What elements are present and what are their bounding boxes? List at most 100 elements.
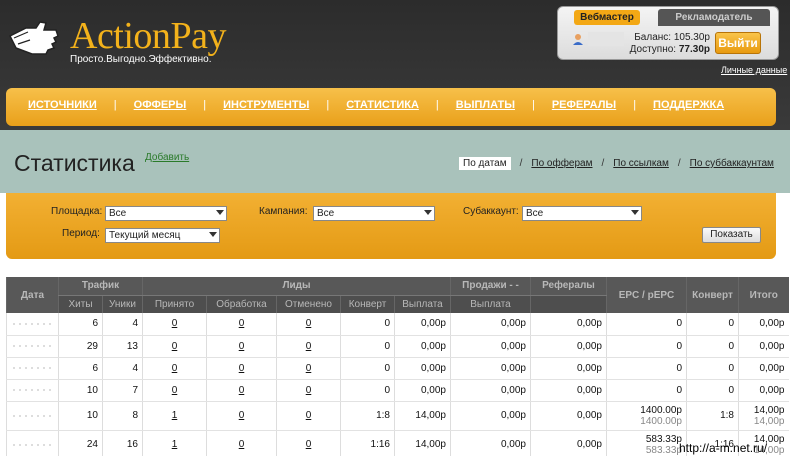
- referrals-cell: 0,00р: [530, 335, 607, 358]
- main-nav: ИСТОЧНИКИ | ОФФЕРЫ | ИНСТРУМЕНТЫ | СТАТИ…: [6, 88, 776, 126]
- watermark: http://a-m.net.ru/: [679, 441, 768, 455]
- lead-conv-cell: 1:16: [340, 430, 395, 456]
- show-button[interactable]: Показать: [702, 227, 761, 243]
- date-hidden: [12, 414, 53, 417]
- logout-button[interactable]: Выйти: [715, 32, 761, 54]
- nav-statistics[interactable]: СТАТИСТИКА: [338, 99, 427, 111]
- stats-table: Дата Трафик Лиды Продажи - - Рефералы EP…: [6, 277, 789, 456]
- date-cell: [6, 401, 59, 431]
- date-cell: [6, 335, 59, 358]
- total-cell: 14,00р 14,00р: [738, 401, 789, 431]
- logo[interactable]: ActionPay Просто.Выгодно.Эффективно.: [6, 14, 236, 65]
- conv-cell: 1:8: [686, 401, 739, 431]
- accepted-link[interactable]: 1: [142, 430, 207, 456]
- uniq-cell: 4: [102, 313, 143, 336]
- site-label: Площадка:: [51, 206, 103, 217]
- nav-support[interactable]: ПОДДЕРЖКА: [645, 99, 732, 111]
- uniq-cell: 7: [102, 379, 143, 402]
- total-cell: 0,00р: [738, 357, 789, 380]
- processing-link[interactable]: 0: [206, 313, 277, 336]
- date-hidden: [12, 389, 53, 391]
- subaccount-select[interactable]: Все: [522, 206, 642, 221]
- rejected-link[interactable]: 0: [276, 313, 341, 336]
- rejected-link[interactable]: 0: [276, 401, 341, 431]
- processing-link[interactable]: 0: [206, 335, 277, 358]
- filter-panel: Площадка: Все Кампания: Все Субаккаунт: …: [6, 193, 776, 259]
- accepted-link[interactable]: 0: [142, 357, 207, 380]
- site-select[interactable]: Все: [105, 206, 227, 221]
- sales-payout-cell: 0,00р: [450, 357, 531, 380]
- campaign-select[interactable]: Все: [313, 206, 435, 221]
- tab-separator: /: [601, 158, 605, 169]
- nav-referrals[interactable]: РЕФЕРАЛЫ: [544, 99, 624, 111]
- processing-link[interactable]: 0: [206, 379, 277, 402]
- processing-link[interactable]: 0: [206, 430, 277, 456]
- total-cell-value: 0,00р: [759, 384, 785, 396]
- hits-cell: 10: [58, 401, 103, 431]
- nav-sources[interactable]: ИСТОЧНИКИ: [20, 99, 105, 111]
- date-cell: [6, 357, 59, 380]
- col-lead-conv: Конверт: [340, 295, 395, 313]
- tab-advertiser[interactable]: Рекламодатель: [658, 9, 770, 26]
- conv-cell: 0: [686, 379, 739, 402]
- conv-cell: 0: [686, 335, 739, 358]
- sales-payout-cell: 0,00р: [450, 401, 531, 431]
- tab-by-links[interactable]: По ссылкам: [613, 157, 669, 170]
- date-hidden: [12, 322, 53, 325]
- uniq-cell: 8: [102, 401, 143, 431]
- rejected-link[interactable]: 0: [276, 357, 341, 380]
- accepted-link[interactable]: 0: [142, 313, 207, 336]
- nav-separator: |: [326, 99, 330, 111]
- lead-payout-cell: 0,00р: [394, 357, 451, 380]
- user-icon: [573, 34, 583, 45]
- accepted-link[interactable]: 1: [142, 401, 207, 431]
- nav-tools[interactable]: ИНСТРУМЕНТЫ: [215, 99, 317, 111]
- personal-data-link[interactable]: Личные данные: [721, 65, 787, 75]
- epc-cell: 583.33р 583.33р: [606, 430, 687, 456]
- lead-conv-cell: 0: [340, 357, 395, 380]
- tab-by-date[interactable]: По датам: [459, 157, 511, 170]
- accepted-link[interactable]: 0: [142, 379, 207, 402]
- period-select[interactable]: Текущий месяц: [105, 228, 220, 243]
- hits-cell: 10: [58, 379, 103, 402]
- table-row: 10 8 1 0 0 1:8 14,00р 0,00р 0,00р 1400.00р 1400.00…: [6, 401, 789, 431]
- tab-by-subaccounts[interactable]: По суббаккаунтам: [690, 157, 774, 170]
- total-cell-value: 14,00р: [753, 404, 785, 416]
- epc-cell-value: 0: [676, 362, 682, 374]
- rejected-link[interactable]: 0: [276, 335, 341, 358]
- add-link[interactable]: Добавить: [145, 152, 189, 163]
- brand-name: ActionPay: [70, 15, 226, 57]
- col-uniq: Уники: [102, 295, 143, 313]
- tab-separator: /: [677, 158, 681, 169]
- epc-cell-value: 0: [676, 318, 682, 330]
- uniq-cell: 13: [102, 335, 143, 358]
- tab-separator: /: [519, 158, 523, 169]
- nav-separator: |: [113, 99, 117, 111]
- hits-cell: 24: [58, 430, 103, 456]
- processing-link[interactable]: 0: [206, 357, 277, 380]
- conv-cell: 0: [686, 357, 739, 380]
- accepted-link[interactable]: 0: [142, 335, 207, 358]
- nav-payouts[interactable]: ВЫПЛАТЫ: [448, 99, 523, 111]
- processing-link[interactable]: 0: [206, 401, 277, 431]
- rejected-link[interactable]: 0: [276, 430, 341, 456]
- page-title-band: Статистика Добавить По датам / По оффера…: [0, 130, 790, 193]
- col-hits: Хиты: [58, 295, 103, 313]
- hits-cell: 6: [58, 313, 103, 336]
- table-row: 6 4 0 0 0 0 0,00р 0,00р 0,00р 0 0 0,00р: [6, 313, 789, 336]
- epc-cell-value: 0: [676, 340, 682, 352]
- hits-cell: 29: [58, 335, 103, 358]
- total-cell-value: 0,00р: [759, 362, 785, 374]
- sales-payout-cell: 0,00р: [450, 430, 531, 456]
- lead-conv-cell: 0: [340, 379, 395, 402]
- col-leads: Лиды: [142, 277, 451, 296]
- uniq-cell: 16: [102, 430, 143, 456]
- tab-by-offers[interactable]: По офферам: [531, 157, 592, 170]
- nav-separator: |: [531, 99, 535, 111]
- nav-offers[interactable]: ОФФЕРЫ: [126, 99, 195, 111]
- col-sales: Продажи - -: [450, 277, 531, 296]
- sales-payout-cell: 0,00р: [450, 313, 531, 336]
- lead-conv-cell: 1:8: [340, 401, 395, 431]
- rejected-link[interactable]: 0: [276, 379, 341, 402]
- tab-webmaster[interactable]: Вебмастер: [574, 10, 640, 25]
